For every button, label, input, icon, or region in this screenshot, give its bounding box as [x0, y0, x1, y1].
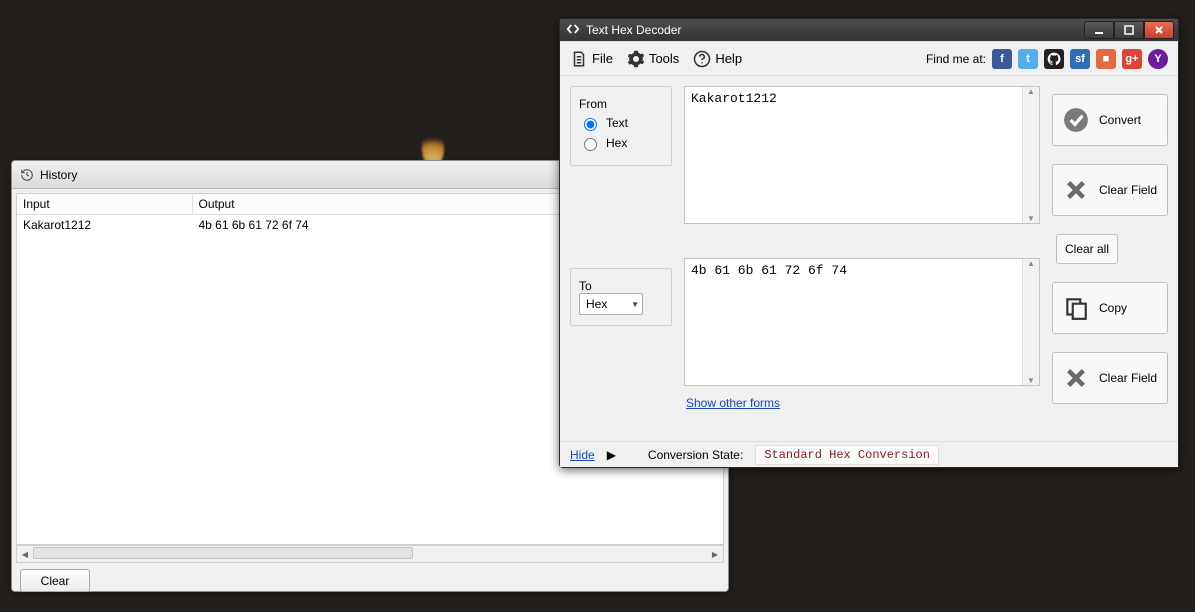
- conversion-state-value: Standard Hex Conversion: [755, 445, 939, 465]
- file-icon: [570, 50, 588, 68]
- radio-text-input[interactable]: [584, 118, 597, 131]
- from-v-scrollbar[interactable]: ▲▼: [1022, 87, 1039, 223]
- googleplus-icon[interactable]: g+: [1122, 49, 1142, 69]
- menu-tools-label: Tools: [649, 51, 679, 66]
- scroll-left-icon[interactable]: ◀: [17, 546, 33, 562]
- convert-button[interactable]: Convert: [1052, 94, 1168, 146]
- maximize-button[interactable]: [1114, 21, 1144, 39]
- twitter-icon[interactable]: t: [1018, 49, 1038, 69]
- decoder-window: Text Hex Decoder File Tools Help Find me…: [559, 18, 1179, 468]
- history-h-scrollbar[interactable]: ◀ ▶: [16, 545, 724, 563]
- show-other-forms-link[interactable]: Show other forms: [686, 396, 1040, 410]
- scroll-up-icon[interactable]: ▲: [1023, 87, 1039, 96]
- menu-file[interactable]: File: [570, 50, 613, 68]
- sourceforge-icon[interactable]: sf: [1070, 49, 1090, 69]
- menu-file-label: File: [592, 51, 613, 66]
- decoder-title-text: Text Hex Decoder: [586, 23, 681, 37]
- menu-tools[interactable]: Tools: [627, 50, 679, 68]
- chevron-down-icon: ▼: [631, 300, 639, 309]
- scroll-up-icon[interactable]: ▲: [1023, 259, 1039, 268]
- close-button[interactable]: [1144, 21, 1174, 39]
- scroll-track[interactable]: [33, 546, 707, 562]
- radio-text-label: Text: [606, 116, 628, 130]
- to-format-select[interactable]: Hex ▼: [579, 293, 643, 315]
- history-cell-input: Kakarot1212: [17, 215, 192, 236]
- help-icon: [693, 50, 711, 68]
- to-textarea[interactable]: 4b 61 6b 61 72 6f 74 ▲▼: [684, 258, 1040, 386]
- menu-bar: File Tools Help Find me at: f t sf ■ g+ …: [560, 42, 1178, 76]
- yahoo-icon[interactable]: Y: [1148, 49, 1168, 69]
- clear-field-label: Clear Field: [1099, 371, 1157, 385]
- facebook-icon[interactable]: f: [992, 49, 1012, 69]
- radio-hex-label: Hex: [606, 136, 627, 150]
- decoder-titlebar[interactable]: Text Hex Decoder: [560, 19, 1178, 41]
- scroll-thumb[interactable]: [33, 547, 413, 559]
- x-icon: [1063, 365, 1089, 391]
- from-label: From: [579, 97, 607, 111]
- clear-field-label: Clear Field: [1099, 183, 1157, 197]
- to-v-scrollbar[interactable]: ▲▼: [1022, 259, 1039, 385]
- scroll-down-icon[interactable]: ▼: [1023, 214, 1039, 223]
- expand-icon[interactable]: ▶: [607, 448, 616, 462]
- hide-link[interactable]: Hide: [570, 448, 595, 462]
- blogger-icon[interactable]: ■: [1096, 49, 1116, 69]
- menu-help-label: Help: [715, 51, 742, 66]
- history-clear-button[interactable]: Clear: [20, 569, 90, 592]
- to-group: To Hex ▼: [570, 268, 672, 326]
- convert-label: Convert: [1099, 113, 1141, 127]
- gear-icon: [627, 50, 645, 68]
- conversion-state-label: Conversion State:: [648, 448, 743, 462]
- copy-label: Copy: [1099, 301, 1127, 315]
- app-icon: [566, 22, 580, 39]
- clear-field-from-button[interactable]: Clear Field: [1052, 164, 1168, 216]
- from-textarea-content[interactable]: Kakarot1212: [685, 87, 1022, 223]
- radio-text[interactable]: Text: [579, 115, 663, 131]
- check-circle-icon: [1063, 107, 1089, 133]
- github-icon[interactable]: [1044, 49, 1064, 69]
- from-group: From Text Hex: [570, 86, 672, 166]
- find-me-label: Find me at:: [926, 52, 986, 66]
- clear-all-button[interactable]: Clear all: [1056, 234, 1118, 264]
- clear-field-to-button[interactable]: Clear Field: [1052, 352, 1168, 404]
- to-select-value: Hex: [586, 297, 607, 311]
- menu-help[interactable]: Help: [693, 50, 742, 68]
- scroll-down-icon[interactable]: ▼: [1023, 376, 1039, 385]
- history-icon: [20, 168, 34, 182]
- scroll-right-icon[interactable]: ▶: [707, 546, 723, 562]
- bottom-bar: Hide ▶ Conversion State: Standard Hex Co…: [560, 441, 1178, 467]
- history-title-text: History: [40, 168, 77, 182]
- radio-hex-input[interactable]: [584, 138, 597, 151]
- copy-button[interactable]: Copy: [1052, 282, 1168, 334]
- from-textarea[interactable]: Kakarot1212 ▲▼: [684, 86, 1040, 224]
- history-col-input[interactable]: Input: [17, 194, 192, 215]
- minimize-button[interactable]: [1084, 21, 1114, 39]
- radio-hex[interactable]: Hex: [579, 135, 663, 151]
- to-label: To: [579, 279, 592, 293]
- copy-icon: [1063, 295, 1089, 321]
- x-icon: [1063, 177, 1089, 203]
- to-textarea-content: 4b 61 6b 61 72 6f 74: [685, 259, 1022, 385]
